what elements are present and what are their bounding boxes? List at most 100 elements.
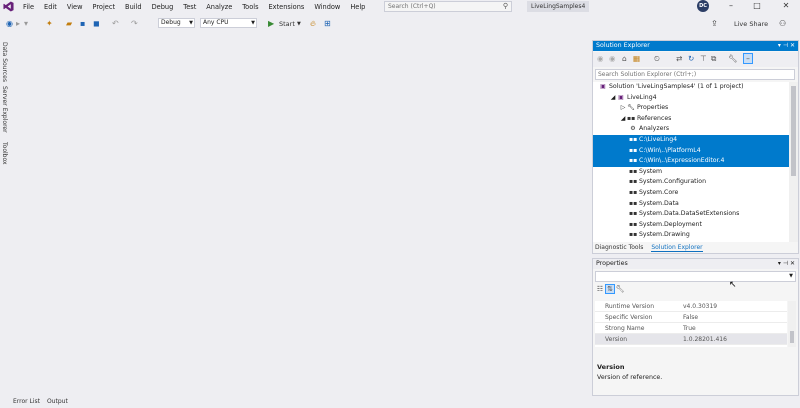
new-project-icon[interactable]: ✦	[46, 18, 53, 30]
preview-selected-icon[interactable]: –	[743, 53, 753, 64]
tree-item[interactable]: ▪▪ System.Core	[593, 188, 789, 199]
minimize-button[interactable]: –	[721, 0, 741, 12]
open-folder-icon[interactable]: ▰	[66, 18, 72, 30]
property-row[interactable]: Strong Name True	[595, 323, 787, 334]
server-explorer-tab[interactable]: Server Explorer	[1, 86, 8, 133]
tab-diagnostic-tools[interactable]: Diagnostic Tools	[595, 244, 643, 251]
show-all-files-icon[interactable]: ⧉	[711, 54, 716, 64]
live-share-button[interactable]: Live Share	[734, 18, 768, 30]
user-avatar[interactable]: DC	[697, 0, 709, 12]
collapse-all-icon[interactable]: ⊤	[700, 54, 707, 63]
property-value[interactable]: False	[683, 312, 698, 323]
menu-debug[interactable]: Debug	[147, 2, 179, 12]
alphabetical-icon[interactable]: ⇅	[605, 284, 615, 294]
live-share-icon[interactable]: ⇪	[711, 18, 718, 30]
tree-item-label: System	[639, 167, 663, 175]
tree-item[interactable]: ◢ ▣ LiveLing4	[593, 93, 789, 104]
output-tab[interactable]: Output	[47, 398, 68, 405]
redo-icon[interactable]: ↷	[131, 18, 138, 30]
platform-select[interactable]: Any CPU ▼	[200, 18, 257, 28]
properties-scrollbar[interactable]	[788, 301, 796, 347]
menu-file[interactable]: File	[18, 2, 39, 12]
solution-explorer-search-input[interactable]: Search Solution Explorer (Ctrl+;)	[595, 69, 795, 80]
property-row[interactable]: Version 1.0.28201.416	[595, 334, 787, 345]
panel-controls[interactable]: ▾ ⊣ ✕	[778, 259, 795, 269]
categorized-icon[interactable]: ☷	[595, 285, 605, 293]
hot-reload-icon[interactable]: 🔥︎	[310, 18, 316, 30]
tree-item-label: System.Drawing	[639, 231, 690, 239]
chevron-down-icon[interactable]: ▼	[297, 18, 301, 30]
properties-header[interactable]: Properties ▾ ⊣ ✕	[593, 259, 798, 269]
home-icon[interactable]: ⌂	[622, 54, 627, 63]
switch-views-icon[interactable]: ▦	[633, 54, 640, 63]
search-input[interactable]: Search (Ctrl+Q) ⚲	[384, 1, 512, 12]
tree-item[interactable]: ▪▪ C:\Win\..\ExpressionEditor.4	[593, 156, 789, 167]
property-row[interactable]: Runtime Version v4.0.30319	[595, 301, 787, 312]
menu-window[interactable]: Window	[309, 2, 345, 12]
tree-item[interactable]: ▪▪ System.Configuration	[593, 177, 789, 188]
expand-arrow-icon[interactable]: ◢	[619, 114, 627, 125]
wrench-icon: 🔧︎	[627, 104, 635, 112]
tree-item[interactable]: ▪▪ System	[593, 167, 789, 178]
property-row[interactable]: Specific Version False	[595, 312, 787, 323]
restore-button[interactable]: □	[747, 0, 767, 12]
sync-icon[interactable]: ⇄	[676, 54, 682, 63]
menu-view[interactable]: View	[62, 2, 88, 12]
chevron-down-icon: ▼	[189, 20, 193, 26]
menu-project[interactable]: Project	[87, 2, 120, 12]
search-placeholder: Search (Ctrl+Q)	[388, 3, 436, 10]
tree-item[interactable]: ▪▪ System.Data.DataSetExtensions	[593, 209, 789, 220]
tree-item[interactable]: ▪▪ System.Drawing	[593, 230, 789, 241]
tab-solution-explorer[interactable]: Solution Explorer	[651, 244, 703, 252]
tree-item[interactable]: ▪▪ System.Data	[593, 199, 789, 210]
back-icon[interactable]: ◉	[597, 54, 604, 63]
data-sources-tab[interactable]: Data Sources	[1, 42, 8, 82]
editor-area[interactable]	[11, 36, 591, 396]
start-button[interactable]: Start	[279, 18, 295, 30]
scrollbar-thumb[interactable]	[791, 86, 796, 176]
configuration-select[interactable]: Debug ▼	[158, 18, 195, 28]
property-pages-icon[interactable]: 🔧︎	[615, 285, 625, 293]
close-button[interactable]: ✕	[776, 0, 796, 12]
undo-icon[interactable]: ↶	[112, 18, 119, 30]
solution-tree-scrollbar[interactable]	[789, 82, 798, 242]
forward-icon[interactable]: ◉	[609, 54, 616, 63]
menu-extensions[interactable]: Extensions	[264, 2, 310, 12]
scrollbar-thumb[interactable]	[790, 331, 794, 343]
panel-controls[interactable]: ▾ ⊣ ✕	[778, 41, 795, 51]
tree-item[interactable]: ▷ 🔧︎ Properties	[593, 103, 789, 114]
property-value[interactable]: v4.0.30319	[683, 301, 717, 312]
property-value[interactable]: 1.0.28201.416	[683, 334, 727, 345]
solution-explorer-header[interactable]: Solution Explorer ▾ ⊣ ✕	[593, 41, 798, 51]
property-value[interactable]: True	[683, 323, 696, 334]
menu-analyze[interactable]: Analyze	[201, 2, 237, 12]
pending-changes-icon[interactable]: ⏲	[654, 54, 660, 64]
start-play-icon[interactable]: ▶	[268, 18, 274, 30]
tree-item[interactable]: ▪▪ C:\LiveLing4	[593, 135, 789, 146]
properties-wrench-icon[interactable]: 🔧︎	[728, 54, 738, 63]
tree-item[interactable]: ▪▪ C:\Win\..\PlatformL4	[593, 145, 789, 157]
error-list-tab[interactable]: Error List	[13, 398, 40, 405]
menu-edit[interactable]: Edit	[39, 2, 62, 12]
save-all-icon[interactable]: ◼	[93, 18, 100, 30]
refresh-icon[interactable]: ↻	[688, 54, 694, 63]
toolbar-extra-icon[interactable]: ⊞	[324, 18, 331, 30]
properties-object-select[interactable]: ▼	[595, 271, 796, 282]
tree-item[interactable]: ⚙ Analyzers	[593, 124, 789, 135]
forward-icon[interactable]: ▸	[16, 18, 20, 30]
back-icon[interactable]: ◉	[6, 18, 13, 30]
chevron-down-icon[interactable]: ▾	[24, 18, 28, 30]
collapse-arrow-icon[interactable]: ▷	[619, 103, 627, 114]
expand-arrow-icon[interactable]: ◢	[609, 93, 617, 104]
menu-tools[interactable]: Tools	[237, 2, 263, 12]
tree-item[interactable]: ◢ ▪▪ References	[593, 114, 789, 125]
account-icon[interactable]: ⚇	[779, 18, 786, 30]
menu-test[interactable]: Test	[178, 2, 201, 12]
menu-help[interactable]: Help	[345, 2, 370, 12]
save-icon[interactable]: ▪	[80, 18, 85, 30]
tree-item[interactable]: ▣ Solution 'LiveLingSamples4' (1 of 1 pro…	[593, 82, 789, 93]
toolbox-tab[interactable]: Toolbox	[1, 142, 8, 165]
tree-item[interactable]: ▪▪ System.Deployment	[593, 220, 789, 231]
menu-build[interactable]: Build	[120, 2, 147, 12]
property-description-title: Version	[597, 363, 625, 371]
